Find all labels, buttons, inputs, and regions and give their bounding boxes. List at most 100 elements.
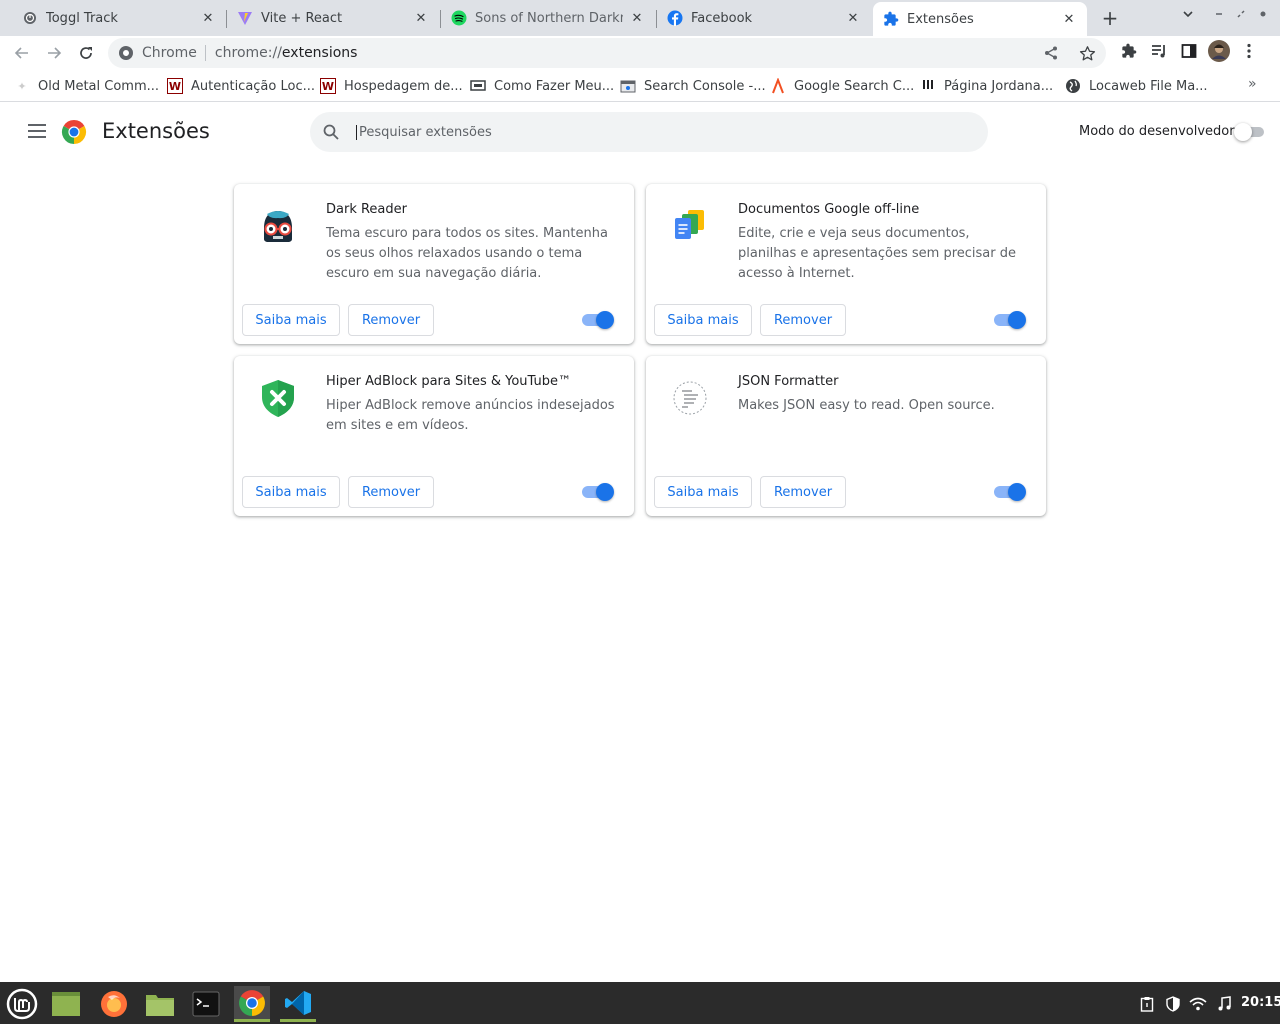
extension-description: Makes JSON easy to read. Open source. [738, 398, 995, 413]
bookmark-pagina-jordana[interactable]: Página Jordana... [920, 76, 1053, 96]
firefox-icon[interactable] [96, 986, 132, 1022]
json-formatter-icon [673, 381, 707, 415]
extension-name: Hiper AdBlock para Sites & YouTube™ [326, 374, 571, 389]
globe-icon [1065, 78, 1081, 94]
bookmark-label: Página Jordana... [944, 78, 1054, 94]
desktop-icon[interactable] [48, 986, 84, 1022]
mint-menu-icon[interactable] [4, 986, 40, 1022]
extensions-header: Extensões Modo do desenvolvedor [0, 103, 1280, 159]
bookmark-hospedagem[interactable]: W Hospedagem de... [320, 76, 463, 96]
remover-button[interactable]: Remover [348, 476, 434, 508]
bookmark-locaweb[interactable]: Locaweb File Ma... [1065, 76, 1208, 96]
url-text: chrome://extensions [214, 45, 358, 61]
forward-button[interactable] [42, 41, 66, 65]
extensions-puzzle-icon[interactable] [1118, 40, 1140, 62]
tab-toggl-track[interactable]: Toggl Track ✕ [12, 4, 226, 32]
extension-enable-toggle[interactable] [582, 311, 616, 329]
page-title: Extensões [102, 119, 210, 143]
files-icon[interactable] [142, 986, 178, 1022]
bookmark-search-console[interactable]: Search Console -... [620, 76, 766, 96]
clock[interactable]: 20:15 [1241, 995, 1280, 1010]
metal-icon: ✦ [17, 79, 27, 93]
vscode-icon[interactable] [280, 986, 316, 1022]
close-tab-icon[interactable]: ✕ [413, 10, 429, 26]
close-tab-icon[interactable]: ✕ [1061, 11, 1077, 27]
share-icon[interactable] [1040, 42, 1062, 64]
saiba-mais-button[interactable]: Saiba mais [654, 304, 752, 336]
search-input[interactable] [356, 124, 956, 140]
bookmark-star-icon[interactable] [1076, 42, 1098, 64]
extension-enable-toggle[interactable] [582, 483, 616, 501]
lambda-icon [770, 78, 786, 94]
remover-button[interactable]: Remover [760, 304, 846, 336]
dark-reader-icon [264, 211, 292, 242]
side-panel-icon[interactable] [1178, 40, 1200, 62]
tab-search-chevron-icon[interactable] [1182, 8, 1194, 23]
wifi-icon[interactable] [1188, 994, 1208, 1014]
chrome-site-icon [119, 46, 133, 60]
bookmark-label: Google Search C... [794, 78, 915, 94]
tab-extensoes[interactable]: Extensões ✕ [873, 2, 1087, 36]
tab-title: Extensões [907, 11, 974, 27]
close-window-icon[interactable] [1258, 8, 1268, 22]
restore-icon[interactable] [1236, 8, 1246, 22]
back-button[interactable] [10, 41, 34, 65]
tab-spotify[interactable]: Sons of Northern Darkness ✕ [441, 4, 655, 32]
browser-toolbar: Chrome chrome://extensions [0, 36, 1280, 70]
extension-enable-toggle[interactable] [994, 483, 1028, 501]
new-tab-button[interactable]: + [1098, 6, 1122, 30]
forward-arrow-icon [48, 47, 62, 59]
tab-facebook[interactable]: Facebook ✕ [657, 4, 871, 32]
facebook-icon [667, 10, 683, 26]
saiba-mais-button[interactable]: Saiba mais [242, 304, 340, 336]
bookmark-label: Como Fazer Meu... [494, 78, 615, 94]
bookmark-autenticacao[interactable]: W Autenticação Loc... [167, 76, 315, 96]
saiba-mais-button[interactable]: Saiba mais [242, 476, 340, 508]
vite-icon [237, 10, 253, 26]
media-queue-icon[interactable] [1148, 40, 1170, 62]
more-bookmarks-chevron-icon[interactable]: » [1248, 76, 1257, 92]
close-tab-icon[interactable]: ✕ [200, 10, 216, 26]
tab-title: Facebook [691, 10, 753, 26]
w-icon: W [320, 78, 336, 94]
hamburger-menu-icon[interactable] [26, 121, 48, 143]
adblock-shield-icon [262, 380, 294, 417]
search-console-icon [620, 78, 636, 94]
site-info[interactable]: Chrome [108, 45, 215, 61]
reload-button[interactable] [74, 41, 98, 65]
clipboard-icon[interactable] [1137, 994, 1157, 1014]
extension-card-dark-reader: Dark Reader Tema escuro para todos os si… [234, 184, 634, 344]
shield-update-icon[interactable] [1163, 994, 1183, 1014]
music-note-icon[interactable] [1214, 994, 1234, 1014]
tab-title: Vite + React [261, 10, 343, 26]
toggl-icon [22, 10, 38, 26]
chrome-taskbar-icon[interactable] [234, 986, 270, 1022]
tab-vite-react[interactable]: Vite + React ✕ [227, 4, 439, 32]
chrome-menu-icon[interactable] [1238, 40, 1260, 62]
extension-description: Edite, crie e veja seus documentos, plan… [738, 226, 1016, 281]
address-bar[interactable]: Chrome chrome://extensions [108, 38, 1106, 68]
profile-avatar[interactable] [1208, 40, 1230, 62]
extension-card-json-formatter: JSON Formatter Makes JSON easy to read. … [646, 356, 1046, 516]
tab-strip: Toggl Track ✕ Vite + React ✕ Sons of Nor… [0, 0, 1280, 36]
chrome-logo-icon [61, 120, 87, 144]
search-extensions-bar[interactable] [310, 112, 988, 152]
dev-mode-toggle[interactable] [1234, 123, 1264, 141]
reload-icon [80, 47, 92, 59]
minimize-icon[interactable] [1214, 8, 1224, 22]
close-tab-icon[interactable]: ✕ [845, 10, 861, 26]
extension-enable-toggle[interactable] [994, 311, 1028, 329]
terminal-icon[interactable] [188, 986, 224, 1022]
dev-mode-label: Modo do desenvolvedor [1079, 124, 1235, 139]
w-icon: W [167, 78, 183, 94]
bookmark-como-fazer[interactable]: Como Fazer Meu... [470, 76, 614, 96]
extension-description: Hiper AdBlock remove anúncios indesejado… [326, 398, 615, 433]
bookmark-old-metal[interactable]: ✦ Old Metal Comm... [14, 76, 159, 96]
bars-icon [920, 78, 936, 94]
puzzle-icon [883, 11, 899, 27]
bookmark-google-search-c[interactable]: Google Search C... [770, 76, 914, 96]
remover-button[interactable]: Remover [760, 476, 846, 508]
close-tab-icon[interactable]: ✕ [629, 10, 645, 26]
remover-button[interactable]: Remover [348, 304, 434, 336]
saiba-mais-button[interactable]: Saiba mais [654, 476, 752, 508]
